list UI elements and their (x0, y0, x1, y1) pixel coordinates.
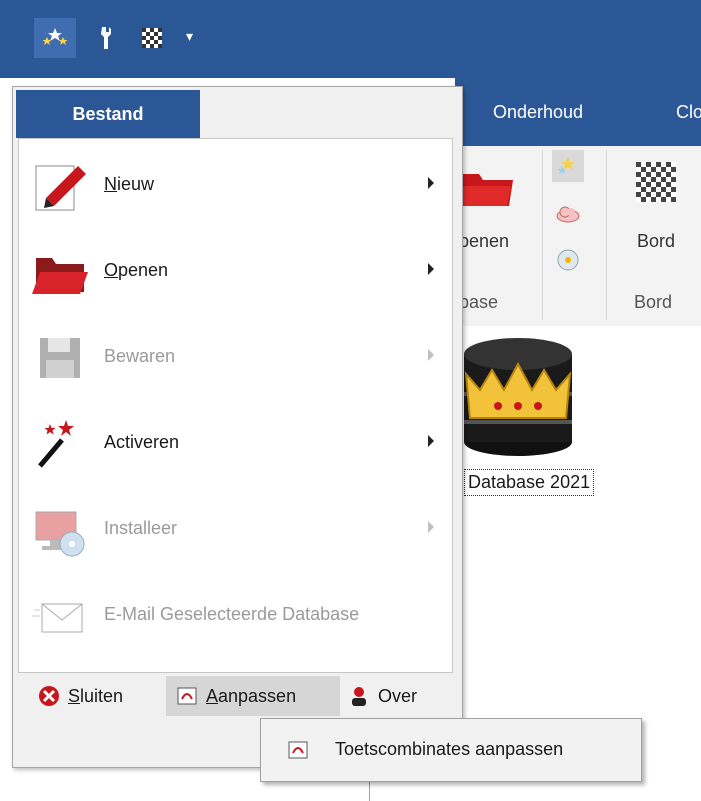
menu-item-bewaren: Bewaren (20, 318, 450, 400)
customize-mnemonic: A (206, 685, 219, 706)
about-button[interactable]: Over (348, 676, 448, 716)
database-icon[interactable] (458, 334, 576, 458)
open-folder-icon[interactable] (461, 168, 513, 208)
bewaren-label: Bewaren (104, 346, 176, 366)
menu-item-openen[interactable]: Openen (20, 232, 450, 314)
close-label: luiten (80, 685, 124, 706)
tab-clo[interactable]: Clo (676, 102, 701, 123)
tab-bestand[interactable]: Bestand (16, 90, 200, 138)
cloud-icon[interactable] (552, 198, 584, 230)
submenu-arrow-icon (428, 349, 434, 361)
close-icon (39, 686, 59, 706)
about-label: Over (378, 685, 418, 706)
nieuw-label: ieuw (117, 174, 155, 194)
person-icon (352, 687, 366, 706)
ribbon-separator (542, 150, 543, 320)
folder-icon (32, 244, 88, 300)
customize-shortcuts-item[interactable]: Toetscombinates aanpassen (335, 739, 563, 760)
open-button-label[interactable]: penen (459, 231, 509, 252)
submenu-arrow-icon (428, 435, 434, 447)
database-caption[interactable]: Database 2021 (464, 469, 595, 496)
cd-icon[interactable] (552, 244, 584, 276)
keyboard-icon (288, 741, 308, 759)
menu-item-email: E-Mail Geselecteerde Database (20, 576, 450, 658)
stars-icon[interactable] (552, 150, 584, 182)
activeren-label: Activeren (104, 432, 180, 452)
install-icon (32, 502, 88, 558)
menu-item-activeren[interactable]: Activeren (20, 404, 450, 486)
pen-icon (32, 158, 88, 214)
board-button-label[interactable]: Bord (637, 231, 675, 252)
close-mnemonic: S (68, 685, 81, 706)
customize-label: anpassen (218, 685, 297, 706)
customize-button[interactable]: Aanpassen (166, 676, 340, 716)
stars-app-icon[interactable] (34, 18, 76, 58)
nieuw-mnemonic: N (104, 174, 117, 194)
ribbon-separator (606, 150, 607, 320)
board-group-label: Bord (634, 292, 673, 312)
board-icon[interactable] (134, 18, 170, 58)
submenu-arrow-icon (428, 177, 434, 189)
tab-onderhoud[interactable]: Onderhoud (493, 102, 583, 123)
save-icon (32, 330, 88, 386)
menu-item-nieuw[interactable]: Nieuw (20, 146, 450, 228)
keyboard-icon (177, 687, 197, 705)
submenu-arrow-icon (428, 521, 434, 533)
menu-item-installeer: Installeer (20, 490, 450, 572)
customize-popup: Toetscombinates aanpassen (260, 718, 642, 782)
wrench-icon[interactable] (88, 18, 124, 58)
openen-mnemonic: O (104, 260, 119, 280)
email-label: E-Mail Geselecteerde Database (104, 604, 360, 624)
email-icon (32, 588, 88, 644)
dropdown-arrow-icon[interactable]: ▾ (186, 28, 193, 45)
close-button[interactable]: Sluiten (30, 676, 168, 716)
board-large-icon[interactable] (636, 162, 682, 208)
openen-label: penen (118, 260, 169, 280)
submenu-arrow-icon (428, 263, 434, 275)
installeer-label: Installeer (104, 518, 178, 538)
magic-wand-icon (32, 416, 88, 472)
database-group-label: base (459, 292, 499, 312)
